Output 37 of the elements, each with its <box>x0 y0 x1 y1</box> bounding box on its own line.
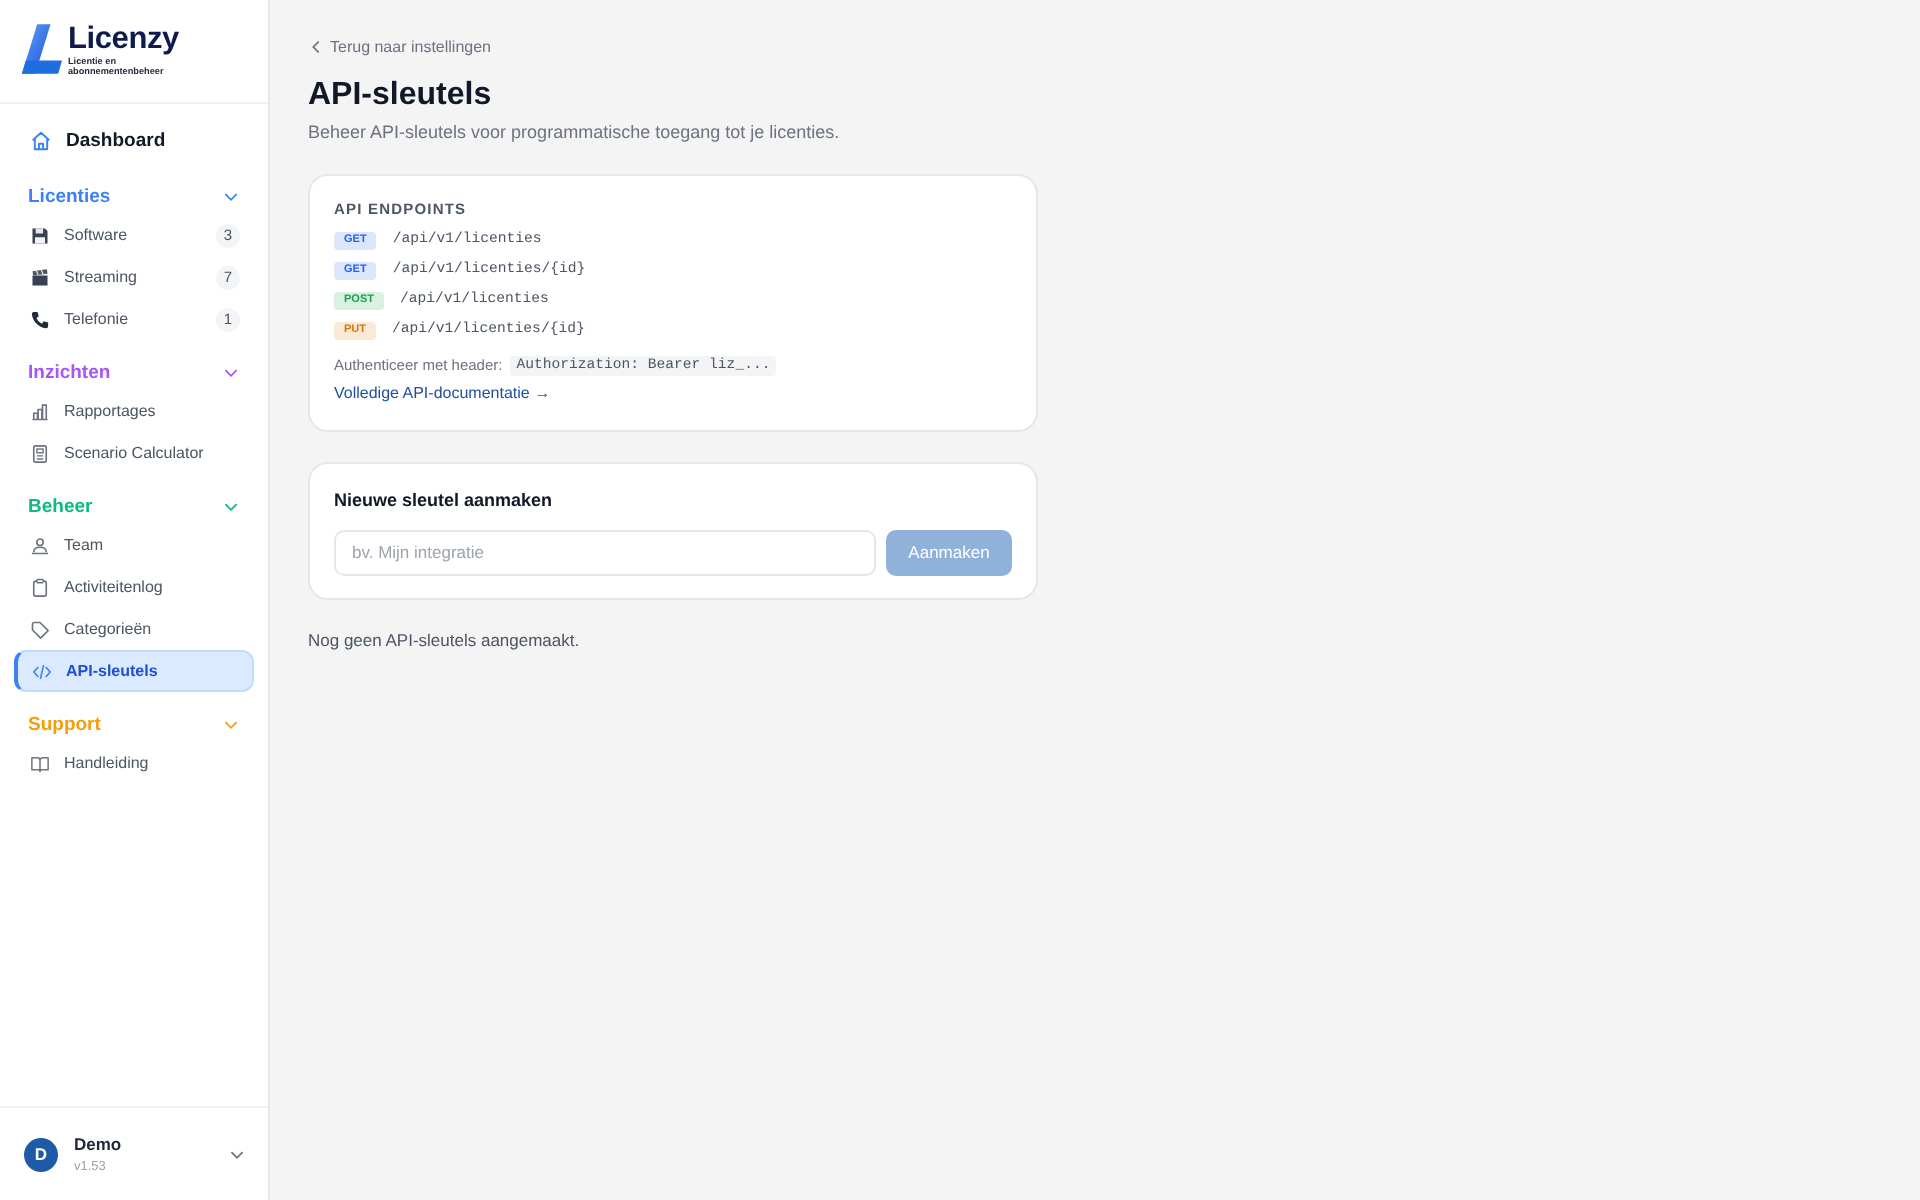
user-name: Demo <box>74 1133 124 1153</box>
empty-message: Nog geen API-sleutels aangemaakt. <box>308 627 580 653</box>
calculator-icon <box>30 443 50 463</box>
section-header[interactable]: Inzichten <box>14 354 254 390</box>
nav-item[interactable]: Rapportages <box>14 390 254 432</box>
chevron-icon <box>224 191 238 201</box>
book-icon <box>30 753 50 773</box>
page-subtitle: Beheer API-sleutels voor programmatische toegang tot je licenties. <box>308 119 840 145</box>
chevron-icon[interactable] <box>230 1149 244 1159</box>
nav-item[interactable]: API-sleutels <box>14 650 254 692</box>
chevron-left-icon <box>312 40 320 54</box>
logo-icon <box>20 24 62 74</box>
person-icon <box>30 535 50 555</box>
bar-chart-icon <box>30 401 50 421</box>
clipboard-icon <box>30 577 50 597</box>
section-header[interactable]: Licenties <box>14 178 254 214</box>
logo-wordmark: Licenzy <box>68 21 179 56</box>
chevron-icon <box>224 719 238 729</box>
chevron-icon <box>224 501 238 511</box>
tag-icon <box>30 619 50 639</box>
nav-item[interactable]: Activiteitenlog <box>14 566 254 608</box>
avatar: D <box>24 1137 58 1171</box>
chevron-icon <box>224 367 238 377</box>
key-name-field[interactable]: bv. Mijn integratie <box>334 529 876 575</box>
home-icon <box>30 129 52 151</box>
nav-item[interactable]: Team <box>14 524 254 566</box>
nav-item[interactable]: Handleiding <box>14 742 254 784</box>
back-link[interactable]: Terug naar instellingen <box>308 36 491 58</box>
page-title: API-sleutels <box>308 76 492 116</box>
nav-item[interactable]: Scenario Calculator <box>14 432 254 474</box>
docs-link[interactable]: Volledige API-documentatie → <box>334 379 1012 407</box>
nav-item[interactable]: Categorieën <box>14 608 254 650</box>
card-heading: Nieuwe sleutel aanmaken <box>334 487 555 511</box>
clapper-board-icon <box>30 267 50 287</box>
nav-item[interactable]: Dashboard <box>14 116 254 164</box>
code-icon <box>32 661 52 681</box>
phone-icon <box>30 309 50 329</box>
